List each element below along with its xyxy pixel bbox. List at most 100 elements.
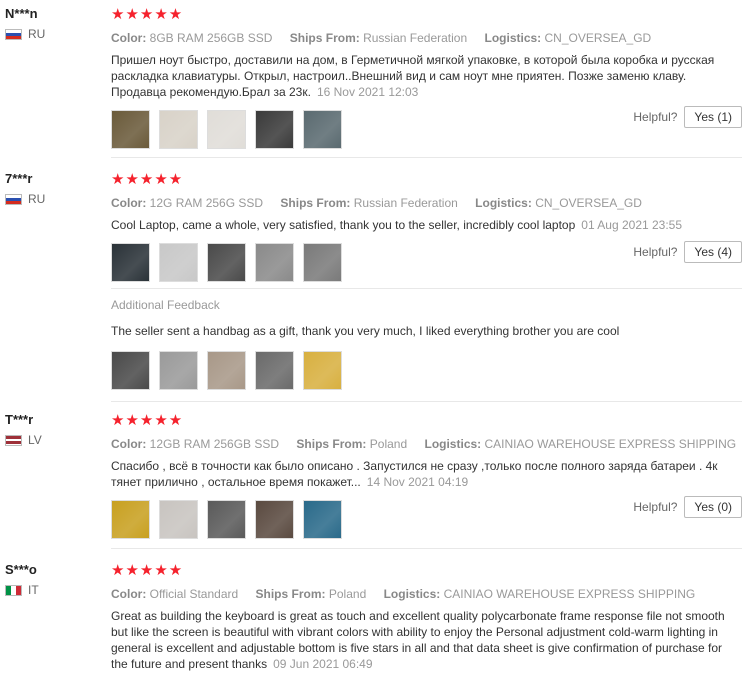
ships-from-value: Poland: [369, 437, 408, 451]
helpful-yes-button[interactable]: Yes (1): [684, 106, 742, 128]
ships-from-label: Ships From:: [296, 437, 367, 451]
ships-from-label: Ships From:: [280, 196, 351, 210]
reviewer-info: S***o IT: [5, 562, 39, 597]
reviewer-name: 7***r: [5, 171, 33, 186]
review-photo-thumbnail[interactable]: [111, 500, 150, 539]
review-text: Great as building the keyboard is great …: [111, 608, 741, 672]
color-value: 12GB RAM 256GB SSD: [149, 437, 280, 451]
additional-feedback-body: Additional Feedback The seller sent a ha…: [111, 296, 741, 390]
review-content: Cool Laptop, came a whole, very satisfie…: [111, 218, 576, 232]
review-photo-thumbnail[interactable]: [303, 351, 342, 390]
order-specs: Color: 12GB RAM 256GB SSD Ships From: Po…: [111, 437, 741, 451]
color-label: Color:: [111, 437, 147, 451]
star-rating: ★★★★★: [111, 6, 184, 23]
additional-feedback-divider: [111, 288, 742, 289]
review-text: Спасибо , всё в точности как было описан…: [111, 458, 741, 490]
logistics-label: Logistics:: [383, 587, 441, 601]
review-date: 01 Aug 2021 23:55: [581, 218, 683, 232]
ships-from-label: Ships From:: [289, 31, 360, 45]
review-photo-thumbnail[interactable]: [303, 500, 342, 539]
helpful-label: Helpful?: [633, 500, 678, 514]
russia-flag-icon: [5, 193, 22, 205]
russia-flag-icon: [5, 28, 22, 40]
logistics-value: CAINIAO WAREHOUSE EXPRESS SHIPPING: [443, 587, 696, 601]
star-rating: ★★★★★: [111, 562, 184, 579]
review-photo-thumbnail[interactable]: [207, 351, 246, 390]
star-rating: ★★★★★: [111, 412, 184, 429]
review-photo-thumbnail[interactable]: [111, 351, 150, 390]
review-text: Cool Laptop, came a whole, very satisfie…: [111, 217, 741, 233]
color-value: 12G RAM 256G SSD: [149, 196, 264, 210]
italy-flag-icon: [5, 584, 22, 596]
review-photo-thumbnail[interactable]: [255, 243, 294, 282]
helpful-label: Helpful?: [633, 245, 678, 259]
review-divider: [111, 157, 742, 158]
review-body: ★★★★★ Color: 12GB RAM 256GB SSD Ships Fr…: [111, 412, 741, 539]
review-body: ★★★★★ Color: Official Standard Ships Fro…: [111, 562, 741, 672]
ships-from-label: Ships From:: [255, 587, 326, 601]
latvia-flag-icon: [5, 434, 22, 446]
helpful-label: Helpful?: [633, 110, 678, 124]
review-photo-thumbnail[interactable]: [207, 500, 246, 539]
review-photo-thumbnail[interactable]: [303, 110, 342, 149]
reviewer-info: 7***r RU: [5, 171, 45, 206]
reviewer-country: IT: [5, 583, 39, 597]
review-photo-thumbnail[interactable]: [255, 351, 294, 390]
country-code: RU: [28, 192, 46, 206]
logistics-value: CN_OVERSEA_GD: [535, 196, 642, 210]
review-divider: [111, 548, 742, 549]
review-photo-thumbnail[interactable]: [111, 110, 150, 149]
review-photo-thumbnail[interactable]: [255, 500, 294, 539]
reviewer-name: N***n: [5, 6, 38, 21]
country-code: LV: [28, 433, 42, 447]
review-date: 09 Jun 2021 06:49: [273, 657, 373, 671]
star-rating: ★★★★★: [111, 171, 184, 188]
color-label: Color:: [111, 196, 147, 210]
review-date: 16 Nov 2021 12:03: [316, 85, 419, 99]
order-specs: Color: 8GB RAM 256GB SSD Ships From: Rus…: [111, 31, 741, 45]
review-photo-thumbnail[interactable]: [111, 243, 150, 282]
review-divider: [111, 401, 742, 402]
logistics-label: Logistics:: [424, 437, 482, 451]
reviewer-country: RU: [5, 192, 45, 206]
review-photo-thumbnail[interactable]: [159, 243, 198, 282]
reviewer-name: S***o: [5, 562, 37, 577]
country-code: IT: [28, 583, 39, 597]
reviewer-name: T***r: [5, 412, 34, 427]
helpful-section: Helpful? Yes (4): [633, 241, 742, 263]
logistics-value: CN_OVERSEA_GD: [544, 31, 652, 45]
review-date: 14 Nov 2021 04:19: [366, 475, 469, 489]
color-value: Official Standard: [149, 587, 239, 601]
additional-photos: [111, 351, 741, 390]
additional-feedback-label: Additional Feedback: [111, 298, 220, 312]
reviewer-country: RU: [5, 27, 45, 41]
review-photo-thumbnail[interactable]: [159, 110, 198, 149]
reviewer-country: LV: [5, 433, 42, 447]
review-photo-thumbnail[interactable]: [207, 243, 246, 282]
helpful-section: Helpful? Yes (1): [633, 106, 742, 128]
helpful-yes-button[interactable]: Yes (0): [684, 496, 742, 518]
reviewer-info: T***r LV: [5, 412, 42, 447]
logistics-label: Logistics:: [484, 31, 542, 45]
review-photo-thumbnail[interactable]: [159, 500, 198, 539]
ships-from-value: Russian Federation: [363, 31, 468, 45]
review-photo-thumbnail[interactable]: [159, 351, 198, 390]
logistics-label: Logistics:: [475, 196, 532, 210]
additional-feedback-text: The seller sent a handbag as a gift, tha…: [111, 324, 620, 338]
helpful-yes-button[interactable]: Yes (4): [684, 241, 742, 263]
order-specs: Color: Official Standard Ships From: Pol…: [111, 587, 741, 601]
color-value: 8GB RAM 256GB SSD: [149, 31, 273, 45]
review-text: Пришел ноут быстро, доставили на дом, в …: [111, 52, 741, 100]
color-label: Color:: [111, 587, 147, 601]
order-specs: Color: 12G RAM 256G SSD Ships From: Russ…: [111, 196, 741, 210]
reviewer-info: N***n RU: [5, 6, 45, 41]
review-body: ★★★★★ Color: 12G RAM 256G SSD Ships From…: [111, 171, 741, 282]
country-code: RU: [28, 27, 46, 41]
logistics-value: CAINIAO WAREHOUSE EXPRESS SHIPPING: [484, 437, 737, 451]
ships-from-value: Russian Federation: [353, 196, 458, 210]
review-content: Great as building the keyboard is great …: [111, 609, 725, 671]
review-photo-thumbnail[interactable]: [207, 110, 246, 149]
ships-from-value: Poland: [328, 587, 367, 601]
review-photo-thumbnail[interactable]: [255, 110, 294, 149]
review-photo-thumbnail[interactable]: [303, 243, 342, 282]
